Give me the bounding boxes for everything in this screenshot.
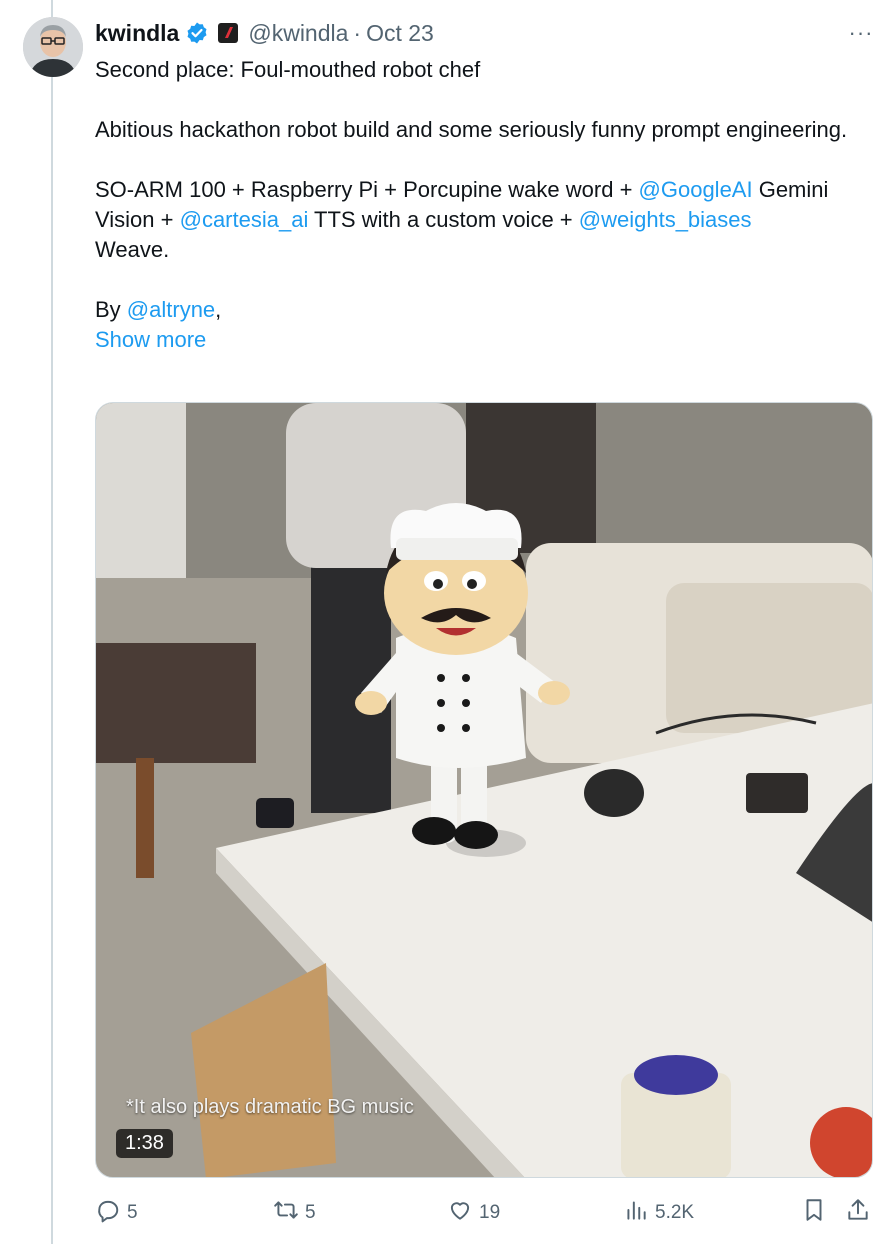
tweet-actions: 5 5 19 5.2K [95,1196,873,1230]
affiliate-badge-icon[interactable] [217,22,239,44]
tweet-text: Second place: Foul-mouthed robot chef Ab… [95,55,865,355]
bookmark-button[interactable] [801,1196,827,1230]
author-name[interactable]: kwindla [95,20,179,47]
video-frame [96,403,872,1177]
tweet-line-stack: SO-ARM 100 + Raspberry Pi + Porcupine wa… [95,175,865,265]
share-button[interactable] [845,1196,871,1230]
video-duration-badge: 1:38 [116,1129,173,1158]
reply-icon [95,1197,127,1229]
repost-icon [273,1197,305,1229]
repost-button[interactable]: 5 [273,1196,316,1230]
video-caption: *It also plays dramatic BG music [126,1096,414,1118]
thread-line [51,0,53,1244]
verified-badge-icon [185,21,209,45]
stack-text-4: Weave. [95,237,170,262]
repost-count: 5 [305,1202,316,1223]
separator-dot: · [353,19,362,46]
tweet-line-description: Abitious hackathon robot build and some … [95,117,848,142]
avatar[interactable] [23,17,83,77]
credit-prefix: By [95,297,127,322]
views-count: 5.2K [655,1202,695,1223]
like-count: 19 [479,1202,501,1223]
tweet-date[interactable]: Oct 23 [366,20,434,47]
stack-text-1: SO-ARM 100 + Raspberry Pi + Porcupine wa… [95,177,639,202]
reply-button[interactable]: 5 [95,1196,138,1230]
more-icon[interactable]: ··· [846,18,876,48]
mention-cartesia[interactable]: @cartesia_ai [180,207,309,232]
mention-altryne[interactable]: @altryne [127,297,215,322]
tweet-line-credit: By @altryne, [95,295,865,325]
views-icon [623,1197,655,1229]
author-handle[interactable]: @kwindla [248,20,348,47]
share-icon [845,1197,871,1229]
credit-suffix: , [215,297,222,322]
mention-googleai[interactable]: @GoogleAI [639,177,753,202]
like-icon [447,1197,479,1229]
like-button[interactable]: 19 [447,1196,500,1230]
tweet-header: kwindla @kwindla · Oct 23 ··· [95,18,876,48]
show-more-link[interactable]: Show more [95,325,865,355]
video-player[interactable]: *It also plays dramatic BG music 1:38 [95,402,873,1178]
mention-weights-biases[interactable]: @weights_biases [579,207,752,232]
views-button[interactable]: 5.2K [623,1196,694,1230]
reply-count: 5 [127,1202,138,1223]
stack-text-3: TTS with a custom voice + [308,207,579,232]
bookmark-icon [801,1197,827,1229]
tweet-line-title: Second place: Foul-mouthed robot chef [95,57,481,82]
